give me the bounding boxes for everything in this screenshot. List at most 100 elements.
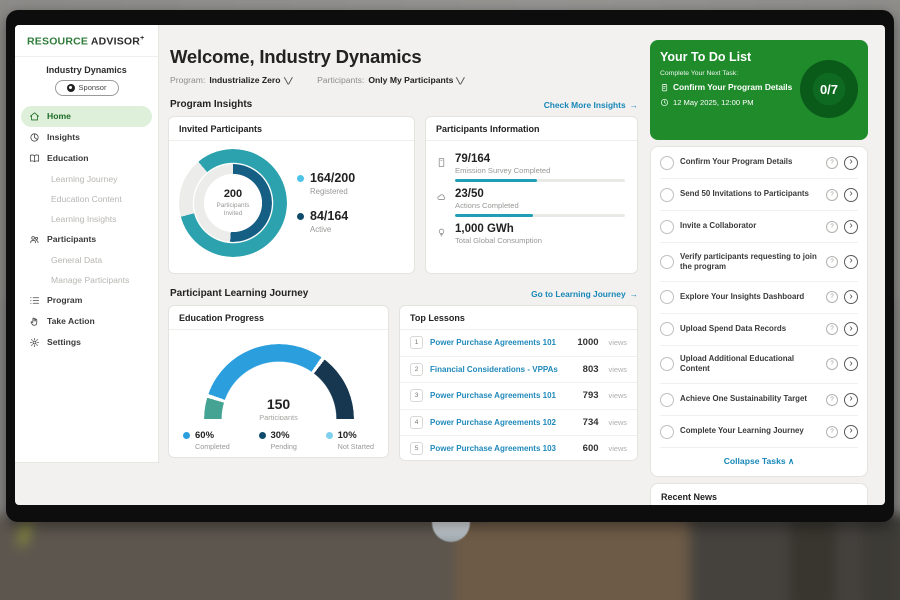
sidebar-item-general-data[interactable]: General Data xyxy=(21,250,152,270)
sponsor-badge: Sponsor xyxy=(55,80,119,96)
lesson-title-link[interactable]: Power Purchase Agreements 102 xyxy=(430,418,576,427)
todo-checkbox[interactable] xyxy=(660,290,674,304)
todo-go-button[interactable]: › xyxy=(844,425,858,439)
lesson-title-link[interactable]: Power Purchase Agreements 103 xyxy=(430,444,576,453)
sidebar-item-label: Learning Journey xyxy=(51,174,117,184)
progress-bar-fill xyxy=(455,214,533,217)
todo-item[interactable]: Confirm Your Program Details?› xyxy=(660,147,858,179)
participants-icon xyxy=(29,234,40,245)
recent-news-card: Recent News xyxy=(650,483,868,505)
actions-icon xyxy=(436,192,447,203)
todo-item[interactable]: Upload Additional Educational Content?› xyxy=(660,346,858,385)
sidebar-item-program[interactable]: Program xyxy=(21,290,152,311)
collapse-tasks-link[interactable]: Collapse Tasks ∧ xyxy=(660,448,858,476)
sidebar-item-education[interactable]: Education xyxy=(21,148,152,169)
donut-legend-text: 164/200Registered xyxy=(310,172,355,196)
sidebar-item-manage-participants[interactable]: Manage Participants xyxy=(21,270,152,290)
todo-checkbox[interactable] xyxy=(660,425,674,439)
todo-item[interactable]: Upload Spend Data Records?› xyxy=(660,314,858,346)
todo-go-button[interactable]: › xyxy=(844,188,858,202)
todo-checkbox[interactable] xyxy=(660,357,674,371)
help-icon[interactable]: ? xyxy=(826,256,838,268)
todo-item-label: Send 50 Invitations to Participants xyxy=(680,189,820,199)
participants-info-row: 23/50Actions Completed xyxy=(436,188,625,217)
todo-go-button[interactable]: › xyxy=(844,357,858,371)
help-icon[interactable]: ? xyxy=(826,394,838,406)
recent-news-title: Recent News xyxy=(651,484,867,505)
donut-legend-item: 84/164Active xyxy=(297,210,355,234)
todo-item[interactable]: Complete Your Learning Journey?› xyxy=(660,416,858,448)
sidebar-item-learning-insights[interactable]: Learning Insights xyxy=(21,209,152,229)
todo-checkbox[interactable] xyxy=(660,220,674,234)
gauge-legend-value: 10% xyxy=(338,430,374,441)
donut-center-value: 200 xyxy=(224,188,242,200)
todo-item-label: Invite a Collaborator xyxy=(680,221,820,231)
sidebar-item-learning-journey[interactable]: Learning Journey xyxy=(21,169,152,189)
legend-dot-icon xyxy=(297,213,304,220)
todo-item-label: Verify participants requesting to join t… xyxy=(680,252,820,273)
lesson-views-suffix: views xyxy=(609,391,627,400)
filters-row: Program: Industrialize Zero ⋁ Participan… xyxy=(170,75,638,85)
participants-filter-value: Only My Participants xyxy=(368,75,453,85)
sponsor-icon xyxy=(67,84,75,92)
todo-item[interactable]: Achieve One Sustainability Target?› xyxy=(660,384,858,416)
sidebar-item-settings[interactable]: Settings xyxy=(21,332,152,353)
help-icon[interactable]: ? xyxy=(826,157,838,169)
lesson-views-value: 803 xyxy=(583,364,599,375)
lesson-row: 5Power Purchase Agreements 103600views xyxy=(400,436,637,462)
help-icon[interactable]: ? xyxy=(826,189,838,201)
program-filter-value: Industrialize Zero xyxy=(209,75,280,85)
lesson-title-link[interactable]: Financial Considerations - VPPAs xyxy=(430,365,576,374)
sidebar-item-insights[interactable]: Insights xyxy=(21,127,152,148)
gauge-legend-label: Not Started xyxy=(338,442,374,451)
sidebar-item-label: Learning Insights xyxy=(51,214,116,224)
lesson-title-link[interactable]: Power Purchase Agreements 101 xyxy=(430,391,576,400)
sidebar-item-participants[interactable]: Participants xyxy=(21,229,152,250)
sidebar-item-label: Participants xyxy=(47,234,96,244)
help-icon[interactable]: ? xyxy=(826,291,838,303)
todo-go-button[interactable]: › xyxy=(844,322,858,336)
gauge-legend-item: 30%Pending xyxy=(259,430,297,451)
top-lessons-list: 1Power Purchase Agreements 1011000views2… xyxy=(400,330,637,462)
todo-item[interactable]: Verify participants requesting to join t… xyxy=(660,243,858,282)
sidebar-item-education-content[interactable]: Education Content xyxy=(21,189,152,209)
todo-item[interactable]: Send 50 Invitations to Participants? › xyxy=(660,179,858,211)
todo-item[interactable]: Explore Your Insights Dashboard?› xyxy=(660,282,858,314)
help-icon[interactable]: ? xyxy=(826,426,838,438)
lesson-views-suffix: views xyxy=(609,444,627,453)
help-icon[interactable]: ? xyxy=(826,221,838,233)
lesson-row: 2Financial Considerations - VPPAs803view… xyxy=(400,357,637,384)
sidebar-item-home[interactable]: Home xyxy=(21,106,152,127)
lesson-title-link[interactable]: Power Purchase Agreements 101 xyxy=(430,338,570,347)
todo-progress-ring: 0/7 xyxy=(800,60,858,118)
donut-legend-text: 84/164Active xyxy=(310,210,348,234)
education-progress-title: Education Progress xyxy=(169,306,388,330)
todo-go-button[interactable]: › xyxy=(844,290,858,304)
sidebar: RESOURCE ADVISOR+ Industry Dynamics Spon… xyxy=(15,25,159,463)
todo-go-button[interactable]: › xyxy=(844,393,858,407)
participants-filter[interactable]: Participants: Only My Participants ⋁ xyxy=(317,75,464,85)
go-to-learning-journey-link[interactable]: Go to Learning Journey → xyxy=(531,289,638,299)
help-icon[interactable]: ? xyxy=(826,358,838,370)
gauge-legend-item: 10%Not Started xyxy=(326,430,374,451)
sidebar-item-take-action[interactable]: Take Action xyxy=(21,311,152,332)
todo-checkbox[interactable] xyxy=(660,255,674,269)
progress-bar xyxy=(455,179,625,182)
todo-checkbox[interactable] xyxy=(660,322,674,336)
todo-go-button[interactable]: › xyxy=(844,220,858,234)
check-more-insights-link[interactable]: Check More Insights → xyxy=(544,100,638,110)
chevron-down-icon: ⋁ xyxy=(283,76,292,85)
todo-go-button[interactable]: › xyxy=(844,156,858,170)
insights-icon xyxy=(29,132,40,143)
gauge-legend-item: 60%Completed xyxy=(183,430,230,451)
todo-progress-value: 0/7 xyxy=(820,82,838,97)
todo-checkbox[interactable] xyxy=(660,156,674,170)
todo-item[interactable]: Invite a Collaborator? › xyxy=(660,211,858,243)
todo-go-button[interactable]: › xyxy=(844,255,858,269)
participants-info-value: 79/164 xyxy=(455,153,625,165)
help-icon[interactable]: ? xyxy=(826,323,838,335)
lesson-rank: 1 xyxy=(410,336,423,349)
todo-checkbox[interactable] xyxy=(660,393,674,407)
todo-checkbox[interactable] xyxy=(660,188,674,202)
program-filter[interactable]: Program: Industrialize Zero ⋁ xyxy=(170,75,291,85)
